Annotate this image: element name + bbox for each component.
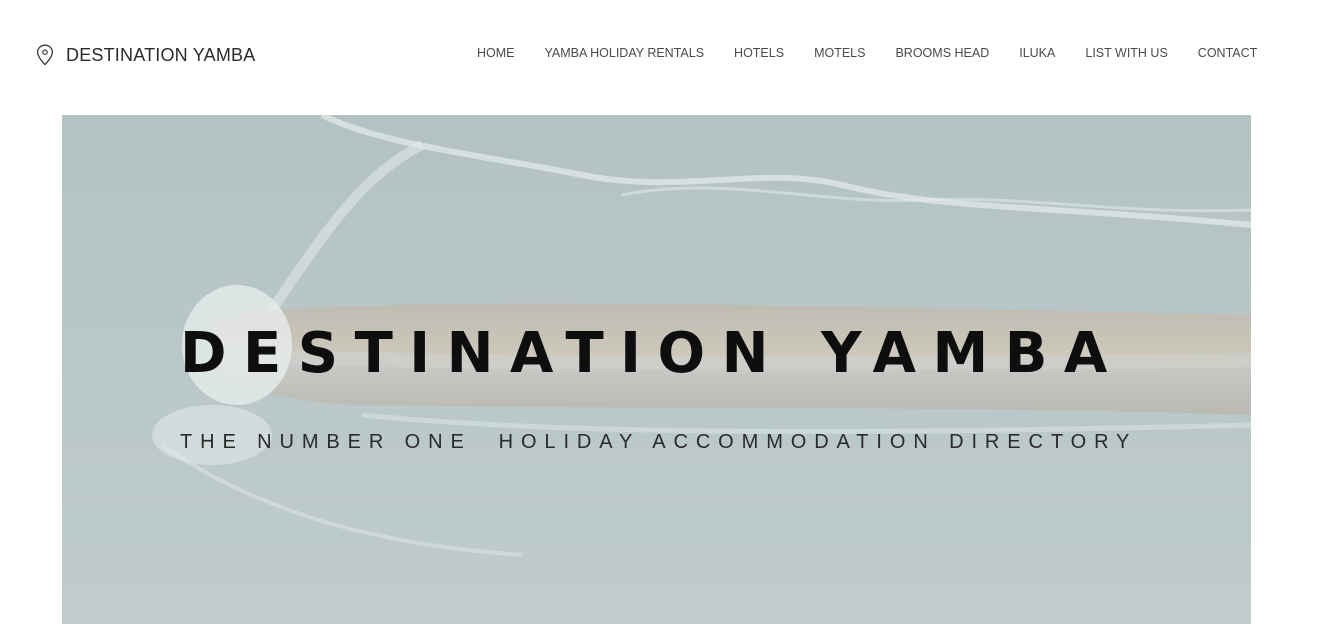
brand-logo-link[interactable]: DESTINATION YAMBA [36,42,255,68]
nav-item-home[interactable]: HOME [462,46,530,60]
hero-subtitle: THE NUMBER ONE HOLIDAY ACCOMMODATION DIR… [180,431,1138,453]
nav-item-yamba-holiday-rentals[interactable]: YAMBA HOLIDAY RENTALS [530,46,720,60]
hero-title: DESTINATION YAMBA [180,321,1124,386]
site-header: DESTINATION YAMBA HOME YAMBA HOLIDAY REN… [0,0,1325,112]
nav-item-hotels[interactable]: HOTELS [719,46,799,60]
hero-banner: DESTINATION YAMBA THE NUMBER ONE HOLIDAY… [62,115,1251,624]
nav-item-brooms-head[interactable]: BROOMS HEAD [880,46,1004,60]
nav-item-contact[interactable]: CONTACT [1183,46,1273,60]
nav-item-iluka[interactable]: ILUKA [1004,46,1070,60]
main-nav: HOME YAMBA HOLIDAY RENTALS HOTELS MOTELS… [462,46,1272,60]
nav-item-motels[interactable]: MOTELS [799,46,880,60]
map-pin-icon [36,44,54,66]
brand-name: DESTINATION YAMBA [66,44,256,65]
page: DESTINATION YAMBA HOME YAMBA HOLIDAY REN… [0,0,1325,624]
nav-item-list-with-us[interactable]: LIST WITH US [1070,46,1182,60]
